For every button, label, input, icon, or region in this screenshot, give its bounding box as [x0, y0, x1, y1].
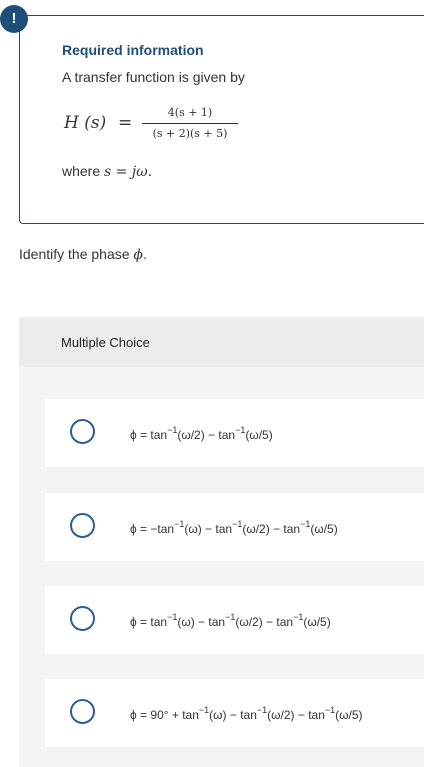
inverse-superscript: −1	[174, 519, 185, 529]
multiple-choice-header: Multiple Choice	[19, 317, 424, 367]
choice-text-part: (ω) − tan	[184, 522, 233, 536]
choice-text-part: ϕ = tan	[130, 428, 168, 442]
choice-text-part: (ω/2) − tan	[242, 522, 301, 536]
formula-denominator: (s + 2)(s + 5)	[152, 127, 228, 140]
inverse-superscript: −1	[232, 519, 243, 529]
question-suffix: .	[142, 246, 147, 262]
inverse-superscript: −1	[167, 612, 178, 622]
formula-fraction: 4(s + 1) (s + 2)(s + 5)	[142, 105, 238, 142]
where-prefix: where	[62, 163, 105, 179]
choice-text: ϕ = 90° + tan−1(ω) − tan−1(ω/2) − tan−1(…	[130, 705, 363, 722]
choice-text-part: ϕ = 90° + tan	[130, 708, 199, 722]
choice-text-part: (ω/5)	[245, 428, 273, 442]
question-prompt: Identify the phase ϕ.	[19, 246, 147, 263]
radio-button[interactable]	[70, 419, 95, 444]
radio-button[interactable]	[70, 513, 95, 538]
choice-option-2[interactable]: ϕ = −tan−1(ω) − tan−1(ω/2) − tan−1(ω/5)	[45, 493, 424, 561]
info-intro: A transfer function is given by	[62, 69, 245, 85]
choice-text: ϕ = −tan−1(ω) − tan−1(ω/2) − tan−1(ω/5)	[130, 519, 338, 536]
choice-text-part: (ω) − tan	[209, 708, 257, 722]
formula-numerator: 4(s + 1)	[167, 106, 213, 119]
choice-text-part: (ω/2) − tan	[267, 708, 325, 722]
alert-icon: !	[0, 5, 28, 33]
formula-lhs: H (s)	[64, 113, 107, 133]
inverse-superscript: −1	[324, 705, 336, 715]
phase-symbol: ϕ	[133, 247, 143, 263]
choice-text: ϕ = tan−1(ω/2) − tan−1(ω/5)	[130, 425, 273, 442]
choice-text-part: (ω/2) − tan	[235, 615, 294, 629]
choice-text-part: (ω) − tan	[177, 615, 226, 629]
inverse-superscript: −1	[198, 705, 210, 715]
multiple-choice-label: Multiple Choice	[61, 335, 150, 350]
question-text: Identify the phase	[19, 246, 134, 262]
choice-text-part: (ω/2) − tan	[177, 428, 236, 442]
formula-equals: =	[118, 113, 133, 133]
choice-option-3[interactable]: ϕ = tan−1(ω) − tan−1(ω/2) − tan−1(ω/5)	[45, 586, 424, 654]
choice-text: ϕ = tan−1(ω) − tan−1(ω/2) − tan−1(ω/5)	[130, 612, 331, 629]
info-title: Required information	[62, 42, 204, 58]
inverse-superscript: −1	[167, 425, 178, 435]
multiple-choice-panel: Multiple Choice ϕ = tan−1(ω/2) − tan−1(ω…	[19, 317, 424, 767]
choice-text-part: (ω/5)	[303, 615, 331, 629]
choice-text-part: ϕ = −tan	[130, 522, 175, 536]
radio-button[interactable]	[70, 699, 95, 724]
inverse-superscript: −1	[256, 705, 268, 715]
where-clause: where s = jω.	[62, 163, 152, 180]
where-expression: s = jω.	[104, 164, 153, 180]
choice-text-part: (ω/5)	[310, 522, 338, 536]
choice-text-part: ϕ = tan	[130, 615, 168, 629]
radio-button[interactable]	[70, 606, 95, 631]
inverse-superscript: −1	[300, 519, 311, 529]
fraction-bar	[142, 123, 238, 124]
transfer-function-formula: H (s) = 4(s + 1) (s + 2)(s + 5)	[62, 105, 282, 145]
choice-text-part: (ω/5)	[335, 708, 363, 722]
choice-option-1[interactable]: ϕ = tan−1(ω/2) − tan−1(ω/5)	[45, 399, 424, 467]
choice-option-4[interactable]: ϕ = 90° + tan−1(ω) − tan−1(ω/2) − tan−1(…	[45, 679, 424, 747]
inverse-superscript: −1	[235, 425, 246, 435]
inverse-superscript: −1	[225, 612, 236, 622]
inverse-superscript: −1	[293, 612, 304, 622]
